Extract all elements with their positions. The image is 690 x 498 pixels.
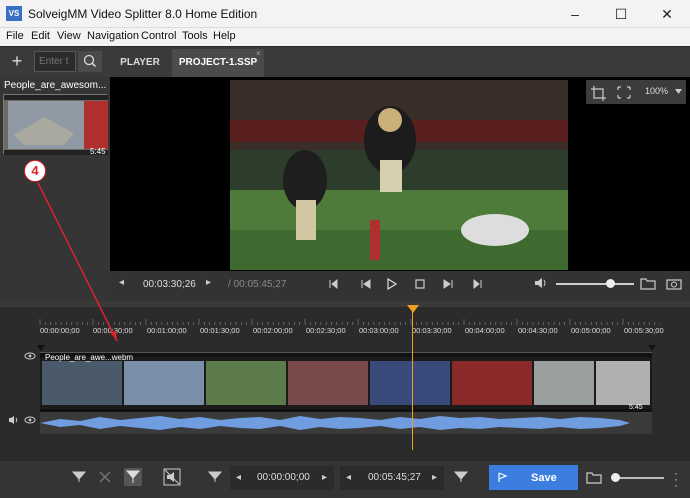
- zoom-dropdown-icon[interactable]: [675, 89, 682, 94]
- media-thumbnail-image: [4, 95, 108, 155]
- tab-project[interactable]: PROJECT-1.SSP: [172, 49, 264, 77]
- more-options-icon[interactable]: · · ·: [674, 467, 678, 491]
- menu-tools[interactable]: Tools: [182, 30, 208, 42]
- search-button[interactable]: [78, 51, 102, 72]
- total-duration: / 00:05:45;27: [228, 279, 287, 290]
- ruler-label: 00:01:30;00: [200, 326, 240, 335]
- audio-track-clip[interactable]: [40, 412, 652, 434]
- stop-icon[interactable]: [415, 279, 425, 289]
- mute-fragment-icon[interactable]: [163, 468, 181, 486]
- save-label: Save: [531, 472, 557, 484]
- media-file-name: People_are_awesom...: [4, 80, 107, 91]
- ruler-label: 00:00:00;00: [40, 326, 80, 335]
- clip-duration: 5:45: [629, 404, 643, 411]
- current-timecode[interactable]: 00:03:30;26: [143, 279, 196, 290]
- ruler-label: 00:05:00;00: [571, 326, 611, 335]
- maximize-button[interactable]: ☐: [598, 0, 644, 28]
- ruler-label: 00:04:00;00: [465, 326, 505, 335]
- clip-thumbnails: [40, 353, 652, 413]
- ruler-label: 00:01:00;00: [147, 326, 187, 335]
- add-marker-icon[interactable]: [72, 471, 86, 483]
- save-icon: [498, 472, 508, 482]
- folder-icon[interactable]: [640, 277, 656, 290]
- tab-close-icon[interactable]: ×: [256, 49, 264, 58]
- ruler-label: 00:03:00;00: [359, 326, 399, 335]
- search-icon: [83, 54, 97, 68]
- audio-waveform: [40, 416, 630, 430]
- start-time-decrement-icon[interactable]: ◂: [236, 472, 241, 483]
- end-time-decrement-icon[interactable]: ◂: [346, 472, 351, 483]
- menu-file[interactable]: File: [6, 30, 24, 42]
- in-marker-icon[interactable]: [36, 345, 46, 351]
- tab-bar: [0, 47, 690, 77]
- ruler-label: 00:00:30;00: [93, 326, 133, 335]
- close-button[interactable]: ✕: [644, 0, 690, 28]
- step-forward-icon[interactable]: [443, 279, 453, 289]
- audio-track-volume-icon[interactable]: [8, 415, 20, 425]
- menu-navigation[interactable]: Navigation: [87, 30, 139, 42]
- transport-buttons: [329, 277, 482, 291]
- volume-icon[interactable]: [534, 277, 548, 289]
- playhead-line[interactable]: [412, 310, 413, 450]
- start-time-value[interactable]: 00:00:00;00: [257, 472, 310, 483]
- timeline-scrollbar[interactable]: [0, 301, 690, 307]
- out-marker-icon[interactable]: [647, 345, 657, 351]
- step-back-icon[interactable]: [361, 279, 371, 289]
- marker-out-icon[interactable]: [454, 471, 468, 483]
- frame-forward-icon[interactable]: ▸: [206, 277, 211, 288]
- end-time-value[interactable]: 00:05:45;27: [368, 472, 421, 483]
- menu-view[interactable]: View: [57, 30, 81, 42]
- media-thumbnail[interactable]: [3, 94, 108, 155]
- tab-player[interactable]: PLAYER: [112, 49, 168, 77]
- audio-track-visibility-icon[interactable]: [24, 416, 36, 424]
- ruler-label: 00:04:30;00: [518, 326, 558, 335]
- minimize-button[interactable]: –: [552, 0, 598, 28]
- menu-edit[interactable]: Edit: [31, 30, 50, 42]
- fullscreen-icon[interactable]: [617, 86, 631, 99]
- end-time-increment-icon[interactable]: ▸: [432, 472, 437, 483]
- marker-in-icon[interactable]: [208, 471, 222, 483]
- volume-slider-handle[interactable]: [606, 279, 615, 288]
- playhead-handle[interactable]: [407, 305, 419, 313]
- select-fragment-icon[interactable]: [124, 468, 142, 486]
- next-marker-icon[interactable]: [473, 278, 482, 290]
- clip-name: People_are_awe...webm: [45, 353, 134, 362]
- menu-control[interactable]: Control: [141, 30, 176, 42]
- add-media-button[interactable]: +: [6, 50, 28, 72]
- viewer-zoom-toolbar: [586, 80, 686, 104]
- play-icon[interactable]: [387, 277, 398, 291]
- snapshot-icon[interactable]: [666, 277, 682, 290]
- menu-help[interactable]: Help: [213, 30, 236, 42]
- time-ruler-ticks: [39, 319, 660, 325]
- cut-icon[interactable]: [98, 471, 112, 483]
- start-time-increment-icon[interactable]: ▸: [322, 472, 327, 483]
- callout-number: 4: [24, 160, 46, 182]
- ruler-label: 00:02:30;00: [306, 326, 346, 335]
- zoom-level[interactable]: 100%: [645, 86, 668, 96]
- timeline-zoom-slider[interactable]: [614, 477, 664, 479]
- app-logo-icon: VS: [6, 6, 22, 21]
- timeline-zoom-handle[interactable]: [611, 473, 620, 482]
- volume-slider[interactable]: [556, 283, 634, 285]
- ruler-label: 00:03:30;00: [412, 326, 452, 335]
- video-track-visibility-icon[interactable]: [24, 352, 36, 360]
- ruler-label: 00:02:00;00: [253, 326, 293, 335]
- crop-icon[interactable]: [591, 86, 606, 101]
- search-input[interactable]: [34, 51, 76, 72]
- video-frame-image: [230, 80, 568, 270]
- window-title: SolveigMM Video Splitter 8.0 Home Editio…: [28, 7, 258, 21]
- frame-back-icon[interactable]: ◂: [119, 277, 124, 288]
- ruler-label: 00:05:30;00: [624, 326, 664, 335]
- media-duration: 5:45: [90, 147, 106, 156]
- previous-marker-icon[interactable]: [329, 278, 338, 290]
- output-folder-icon[interactable]: [586, 471, 602, 484]
